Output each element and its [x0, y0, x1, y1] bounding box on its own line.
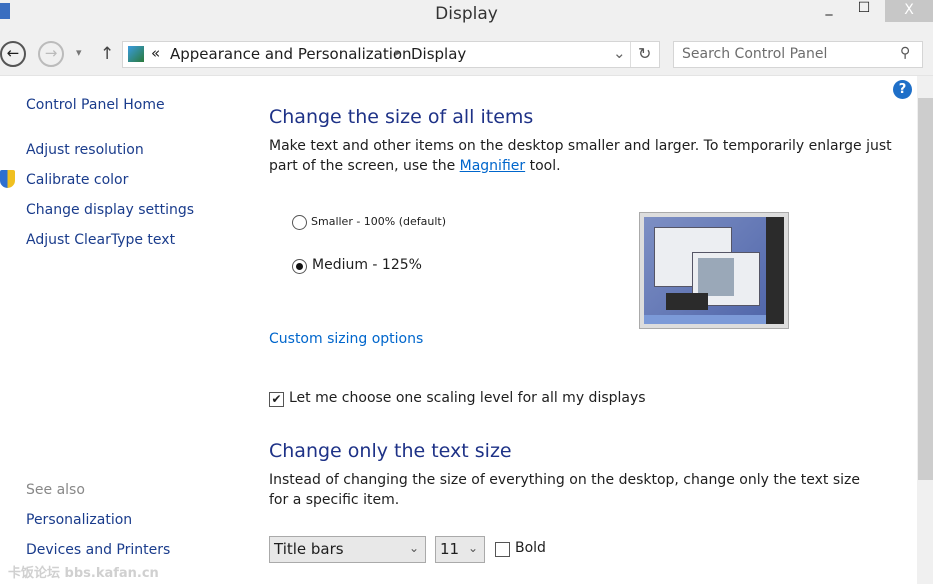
one-scaling-checkbox[interactable]: ✔ — [269, 392, 284, 407]
item-select[interactable]: Title bars ⌄ — [269, 536, 426, 563]
shield-icon — [0, 170, 15, 188]
watermark: 卡饭论坛 bbs.kafan.cn — [8, 566, 159, 581]
forward-button[interactable]: → — [38, 41, 64, 67]
address-dropdown-icon[interactable]: ⌄ — [613, 44, 626, 62]
sidebar-personalization[interactable]: Personalization — [26, 512, 132, 528]
help-icon[interactable]: ? — [893, 80, 912, 99]
breadcrumb-appearance[interactable]: Appearance and Personalization — [170, 45, 412, 63]
sidebar-change-display-settings[interactable]: Change display settings — [26, 202, 194, 218]
radio-medium[interactable] — [292, 259, 307, 274]
title-bar: Display _ ☐ X — [0, 0, 933, 30]
section-title-text-size: Change only the text size — [269, 440, 512, 462]
maximize-button[interactable]: ☐ — [850, 0, 878, 22]
radio-smaller-label[interactable]: Smaller - 100% (default) — [311, 215, 446, 228]
radio-medium-label[interactable]: Medium - 125% — [312, 257, 422, 273]
breadcrumb-display[interactable]: Display — [411, 45, 466, 63]
see-also-heading: See also — [26, 482, 85, 498]
custom-sizing-link[interactable]: Custom sizing options — [269, 331, 423, 347]
section-title-size-all: Change the size of all items — [269, 106, 534, 128]
breadcrumb-separator[interactable]: ▸ — [395, 46, 401, 59]
recent-locations-button[interactable]: ▾ — [76, 46, 82, 59]
sidebar-calibrate-color[interactable]: Calibrate color — [26, 172, 128, 188]
bold-checkbox[interactable] — [495, 542, 510, 557]
magnifier-link[interactable]: Magnifier — [460, 158, 526, 174]
scrollbar-thumb[interactable] — [918, 98, 933, 480]
window-title: Display — [435, 4, 498, 24]
search-input[interactable]: Search Control Panel ⚲ — [673, 41, 923, 68]
sidebar-adjust-cleartype[interactable]: Adjust ClearType text — [26, 232, 175, 248]
one-scaling-label[interactable]: Let me choose one scaling level for all … — [289, 390, 646, 406]
description-text: Make text and other items on the desktop… — [269, 138, 892, 174]
size-select-value: 11 — [440, 540, 460, 558]
scaling-preview-image — [639, 212, 789, 329]
refresh-button[interactable]: ↻ — [638, 44, 651, 63]
item-select-value: Title bars — [274, 540, 344, 558]
sidebar-devices-printers[interactable]: Devices and Printers — [26, 542, 170, 558]
sidebar-control-panel-home[interactable]: Control Panel Home — [26, 97, 165, 113]
breadcrumb-overflow[interactable]: « — [151, 44, 160, 62]
sidebar-adjust-resolution[interactable]: Adjust resolution — [26, 142, 144, 158]
search-icon[interactable]: ⚲ — [900, 45, 910, 61]
chevron-down-icon: ⌄ — [467, 541, 478, 555]
section-description: Make text and other items on the desktop… — [269, 136, 899, 176]
minimize-button[interactable]: _ — [815, 0, 843, 22]
up-button[interactable]: ↑ — [100, 44, 114, 64]
radio-smaller[interactable] — [292, 215, 307, 230]
text-size-description: Instead of changing the size of everythi… — [269, 472, 860, 508]
control-panel-icon — [128, 46, 144, 62]
size-select[interactable]: 11 ⌄ — [435, 536, 485, 563]
search-placeholder: Search Control Panel — [682, 46, 828, 62]
back-button[interactable]: ← — [0, 41, 26, 67]
divider — [630, 42, 631, 67]
description-text-end: tool. — [525, 158, 561, 174]
close-button[interactable]: X — [885, 0, 933, 22]
address-bar[interactable]: « Appearance and Personalization ▸ Displ… — [122, 41, 660, 68]
chevron-down-icon: ⌄ — [408, 541, 419, 555]
bold-label[interactable]: Bold — [515, 540, 546, 556]
